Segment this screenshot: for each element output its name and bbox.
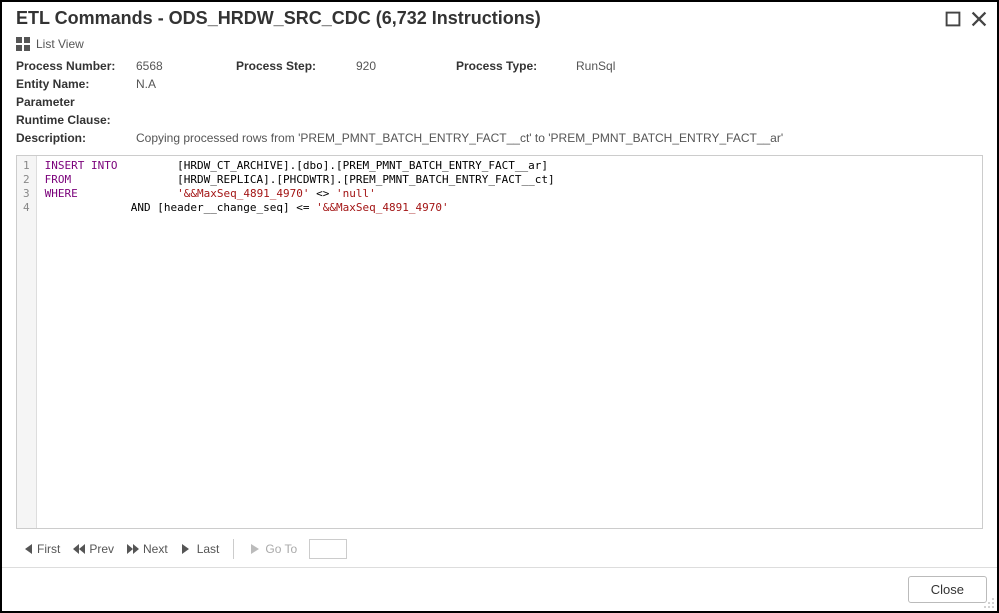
maximize-icon[interactable] [945,11,961,27]
pager-first-label: First [37,542,60,556]
pager-last[interactable]: Last [176,540,224,558]
prev-icon [72,542,86,556]
entity-name-value: N.A [136,77,156,91]
description-label: Description: [16,131,136,145]
last-icon [180,542,194,556]
process-step-label: Process Step: [236,59,356,73]
resize-grip-icon[interactable] [983,597,995,609]
pager-first[interactable]: First [16,540,64,558]
window-title: ETL Commands - ODS_HRDW_SRC_CDC (6,732 I… [16,8,935,29]
description-value: Copying processed rows from 'PREM_PMNT_B… [136,131,983,145]
pager-goto: Go To [244,540,301,558]
parameter-label: Parameter [16,95,136,109]
pager-last-label: Last [197,542,220,556]
pager-next[interactable]: Next [122,540,172,558]
pager-prev-label: Prev [89,542,114,556]
line-gutter: 1234 [17,156,37,528]
next-icon [126,542,140,556]
separator [233,539,234,559]
pager-goto-label: Go To [265,542,297,556]
close-button[interactable]: Close [908,576,987,603]
goto-input[interactable] [309,539,347,559]
pager-next-label: Next [143,542,168,556]
sql-code[interactable]: INSERT INTO [HRDW_CT_ARCHIVE].[dbo].[PRE… [37,156,982,528]
process-number-label: Process Number: [16,59,136,73]
first-icon [20,542,34,556]
process-number-value: 6568 [136,59,236,73]
process-type-value: RunSql [576,59,676,73]
list-view-icon[interactable] [16,37,30,51]
close-icon[interactable] [971,11,987,27]
process-type-label: Process Type: [456,59,576,73]
sql-editor: 1234 INSERT INTO [HRDW_CT_ARCHIVE].[dbo]… [16,155,983,529]
list-view-button[interactable]: List View [36,37,84,51]
pager-prev[interactable]: Prev [68,540,118,558]
goto-icon [248,542,262,556]
entity-name-label: Entity Name: [16,77,136,91]
process-step-value: 920 [356,59,456,73]
runtime-clause-label: Runtime Clause: [16,113,136,127]
